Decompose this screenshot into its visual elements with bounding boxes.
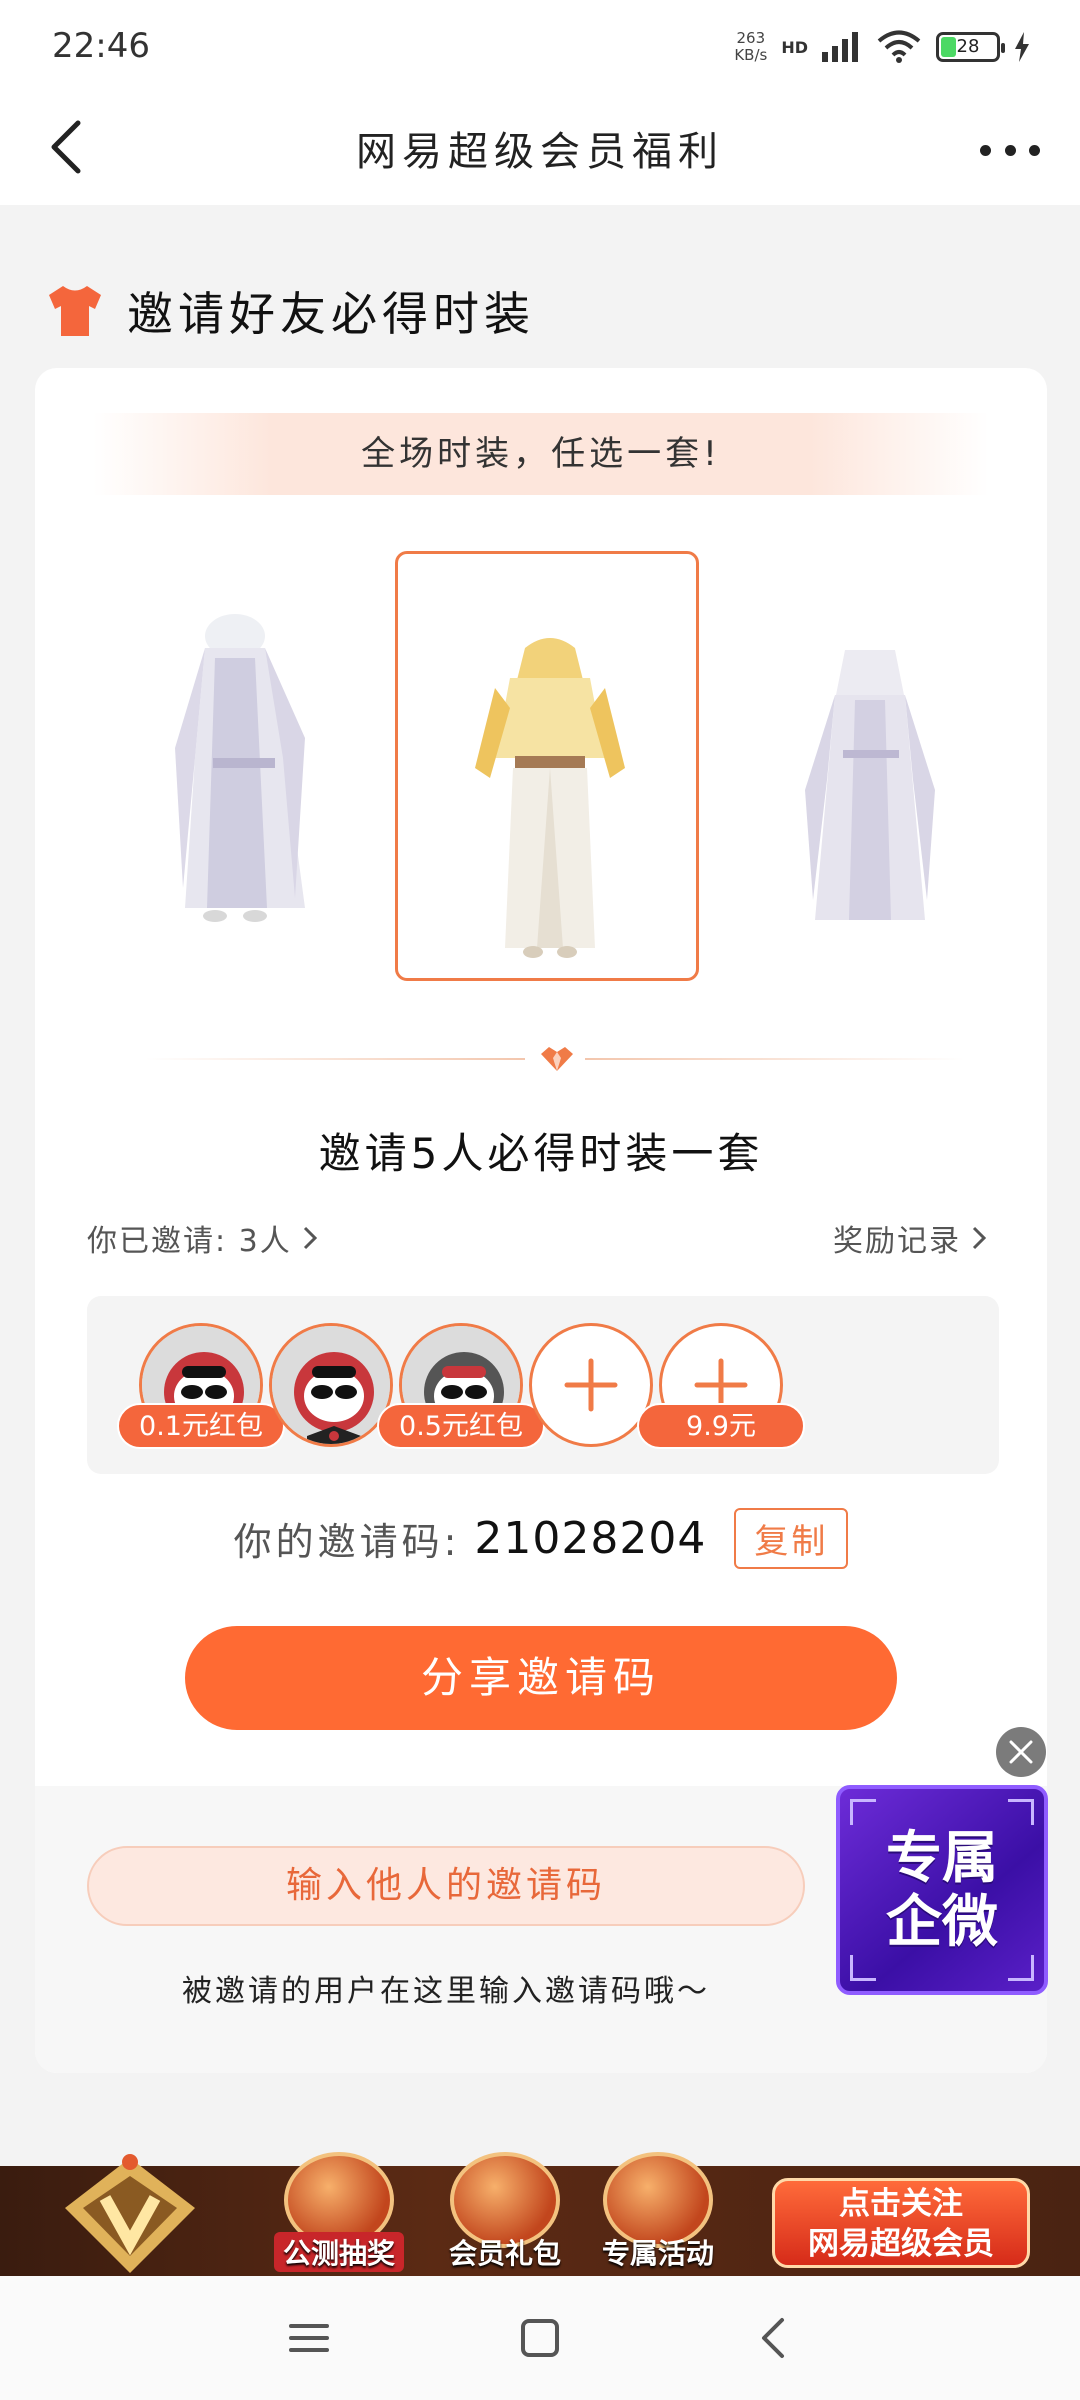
status-icons: 263 KB/s HD 28 (734, 30, 1030, 64)
more-button[interactable] (980, 125, 1040, 175)
avatar (269, 1323, 393, 1447)
add-invitee-circle (529, 1323, 653, 1447)
battery-icon: 28 (936, 32, 1005, 62)
hd-badge: HD (781, 37, 808, 57)
network-speed: 263 KB/s (734, 30, 767, 64)
network-speed-unit: KB/s (734, 46, 768, 64)
battery-percent: 28 (956, 36, 980, 57)
invited-count-label: 你已邀请: 3人 (87, 1224, 292, 1259)
back-nav-icon[interactable] (748, 2314, 800, 2362)
chevron-right-icon (972, 1226, 987, 1250)
frame-corner (850, 1799, 876, 1825)
divider-line-right (585, 1058, 965, 1060)
tshirt-icon (49, 286, 101, 336)
invite-code-value: 21028204 (474, 1513, 707, 1564)
reward-tag: 0.5元红包 (377, 1403, 545, 1449)
reward-records-label: 奖励记录 (833, 1224, 961, 1259)
charging-icon (1015, 32, 1029, 62)
promo-exclusive-activity-label: 专属活动 (601, 2237, 714, 2270)
frame-corner (1008, 1955, 1034, 1981)
wifi-icon (877, 30, 921, 63)
chevron-right-icon (303, 1226, 317, 1250)
follow-line-1: 点击关注 (839, 2186, 963, 2222)
more-dot-icon (1004, 144, 1016, 156)
status-bar: 22:46 263 KB/s HD 28 (0, 0, 1080, 95)
frame-corner (850, 1955, 876, 1981)
signal-icon (822, 32, 858, 62)
reward-tag: 0.1元红包 (117, 1403, 285, 1449)
promo-line-1: 专属 (886, 1825, 998, 1891)
reward-records-link[interactable]: 奖励记录 (833, 1216, 987, 1260)
invitee-slot[interactable] (269, 1323, 393, 1447)
promo-gift-pack[interactable]: 会员礼包 (440, 2152, 570, 2274)
reward-tag: 9.9元 (637, 1403, 805, 1449)
exclusive-wecom-promo[interactable]: 专属 企微 (836, 1785, 1048, 1995)
divider-line-left (145, 1058, 525, 1060)
share-invite-code-button[interactable]: 分享邀请码 (185, 1626, 897, 1730)
vip-logo-icon (65, 2154, 195, 2273)
costume-option-left[interactable] (155, 608, 335, 938)
home-icon[interactable] (514, 2314, 566, 2362)
promo-gift-pack-label: 会员礼包 (448, 2237, 561, 2270)
add-invitee-button[interactable]: 9.9元 (637, 1323, 805, 1449)
avatar-image (272, 1326, 390, 1444)
promo-exclusive-activity[interactable]: 专属活动 (593, 2152, 723, 2274)
network-speed-value: 263 (736, 29, 766, 47)
copy-button[interactable]: 复制 (734, 1508, 849, 1569)
section-header: 邀请好友必得时装 (45, 278, 535, 344)
page-title: 网易超级会员福利 (356, 129, 724, 175)
close-icon (1009, 1740, 1033, 1764)
promo-lottery-label: 公测抽奖 (274, 2232, 404, 2272)
follow-line-2: 网易超级会员 (808, 2226, 994, 2262)
enter-code-hint: 被邀请的用户在这里输入邀请码哦～ (182, 1974, 710, 2009)
status-time: 22:46 (52, 26, 150, 66)
invite-goal-text: 邀请5人必得时装一套 (318, 1129, 764, 1178)
invitee-slot[interactable]: 0.5元红包 (377, 1323, 545, 1449)
frame-corner (1008, 1799, 1034, 1825)
section-title: 邀请好友必得时装 (127, 287, 535, 341)
invite-code-label: 你的邀请码: (233, 1520, 461, 1564)
enter-invite-code-button[interactable]: 输入他人的邀请码 (87, 1846, 805, 1926)
costume-option-right[interactable] (795, 640, 945, 940)
app-header: 网易超级会员福利 (0, 95, 1080, 205)
banner-text: 全场时装，任选一套! (93, 413, 989, 495)
invite-code-row: 你的邀请码: 21028204 复制 (35, 1508, 1047, 1569)
invitee-strip[interactable]: 0.1元红包 0.5元红包 9.9元 (87, 1296, 999, 1474)
more-dot-icon (980, 144, 991, 156)
menu-icon[interactable] (283, 2314, 335, 2362)
invitee-slot[interactable]: 0.1元红包 (117, 1323, 285, 1449)
follow-button[interactable]: 点击关注 网易超级会员 (772, 2178, 1030, 2268)
more-dot-icon (1029, 144, 1040, 156)
plus-icon (564, 1358, 618, 1412)
add-invitee-button[interactable] (529, 1323, 653, 1447)
promo-lottery[interactable]: 公测抽奖 (274, 2152, 404, 2274)
section-divider (145, 1044, 965, 1074)
system-nav-bar (0, 2276, 1080, 2400)
costume-option-selected[interactable] (455, 628, 645, 958)
close-float-button[interactable] (996, 1727, 1046, 1777)
heart-gem-icon (541, 1047, 573, 1071)
invited-count-link[interactable]: 你已邀请: 3人 (87, 1216, 318, 1260)
promo-line-2: 企微 (886, 1889, 998, 1955)
